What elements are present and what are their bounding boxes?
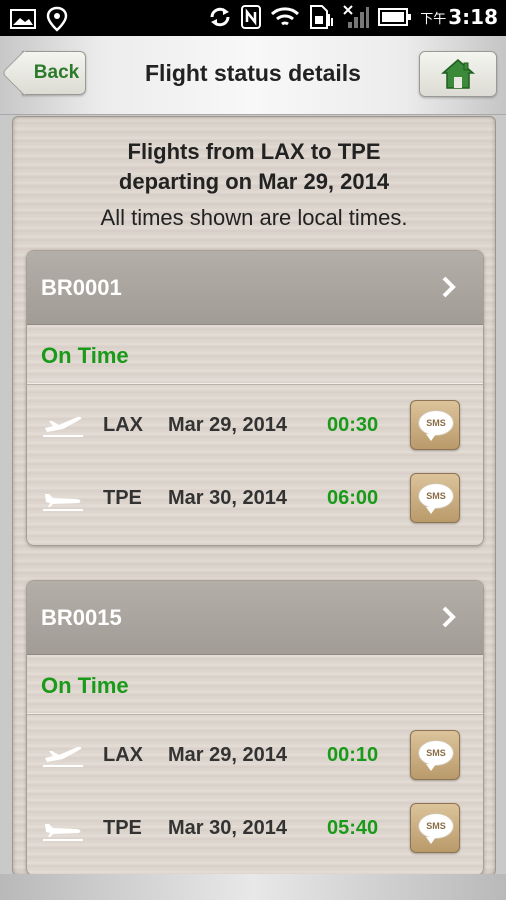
leg-time: 00:30 [327, 414, 379, 436]
flight-status-row: On Time [27, 655, 483, 714]
leg-date: Mar 30, 2014 [168, 817, 287, 839]
sms-button[interactable]: SMS [410, 473, 460, 523]
flight-card: BR0015 On Time LAX Mar 29, 2014 00:10 SM… [26, 580, 484, 875]
leg-time: 05:40 [327, 817, 379, 839]
takeoff-icon [43, 416, 83, 437]
route-line-1: Flights from LAX to TPE [127, 139, 381, 164]
flight-card-header[interactable]: BR0001 [27, 251, 483, 325]
leg-date: Mar 29, 2014 [168, 414, 287, 436]
leg-airport: LAX [103, 744, 143, 766]
wifi-icon [271, 7, 300, 26]
leg-time: 06:00 [327, 487, 379, 509]
flight-status-row: On Time [27, 325, 483, 384]
status-time: 3:18 [448, 5, 498, 29]
sms-bubble-icon: SMS [418, 483, 454, 514]
home-icon [441, 59, 475, 89]
flight-number: BR0001 [41, 275, 122, 300]
flight-card: BR0001 On Time LAX Mar 29, 2014 00:30 SM… [26, 250, 484, 546]
sync-icon [210, 7, 230, 27]
home-button[interactable] [419, 51, 497, 97]
flight-card-header[interactable]: BR0015 [27, 581, 483, 655]
arrival-leg: TPE Mar 30, 2014 06:00 SMS [27, 469, 483, 529]
chevron-right-icon [442, 276, 456, 298]
nfc-icon [241, 5, 262, 29]
image-icon [10, 9, 36, 29]
status-ampm: 下午 [420, 11, 447, 27]
sms-label: SMS [426, 748, 446, 758]
location-icon [46, 6, 68, 32]
back-button[interactable]: Back [22, 51, 86, 95]
departure-leg: LAX Mar 29, 2014 00:10 SMS [27, 726, 483, 786]
sms-label: SMS [426, 821, 446, 831]
bottom-bar [0, 874, 506, 900]
route-summary: Flights from LAX to TPE departing on Mar… [13, 137, 495, 197]
leg-date: Mar 29, 2014 [168, 744, 287, 766]
route-line-2: departing on Mar 29, 2014 [118, 169, 390, 194]
chevron-right-icon [442, 606, 456, 628]
battery-icon [378, 8, 412, 26]
status-bar: 下午 3:18 [0, 0, 506, 36]
arrival-leg: TPE Mar 30, 2014 05:40 SMS [27, 799, 483, 859]
local-time-note: All times shown are local times. [100, 205, 408, 230]
leg-time: 00:10 [327, 744, 379, 766]
sms-button[interactable]: SMS [410, 803, 460, 853]
departure-leg: LAX Mar 29, 2014 00:30 SMS [27, 396, 483, 456]
page-title: Flight status details [145, 60, 361, 86]
leg-airport: TPE [103, 487, 142, 509]
leg-date: Mar 30, 2014 [168, 487, 287, 509]
leg-airport: TPE [103, 817, 142, 839]
sms-bubble-icon: SMS [418, 410, 454, 441]
sms-label: SMS [426, 418, 446, 428]
back-button-label: Back [33, 62, 80, 83]
sms-button[interactable]: SMS [410, 730, 460, 780]
flight-status-panel: Flights from LAX to TPE departing on Mar… [12, 116, 496, 876]
landing-icon [43, 824, 83, 841]
sms-bubble-icon: SMS [418, 740, 454, 771]
takeoff-icon [43, 746, 83, 767]
leg-airport: LAX [103, 414, 143, 436]
top-bar: Back Flight status details [0, 36, 506, 115]
sms-bubble-icon: SMS [418, 813, 454, 844]
sim-icon [310, 5, 334, 29]
flight-number: BR0015 [41, 605, 122, 630]
sms-button[interactable]: SMS [410, 400, 460, 450]
flight-status: On Time [41, 343, 129, 368]
flight-status: On Time [41, 673, 129, 698]
signal-icon [343, 5, 370, 28]
landing-icon [43, 494, 83, 511]
sms-label: SMS [426, 491, 446, 501]
